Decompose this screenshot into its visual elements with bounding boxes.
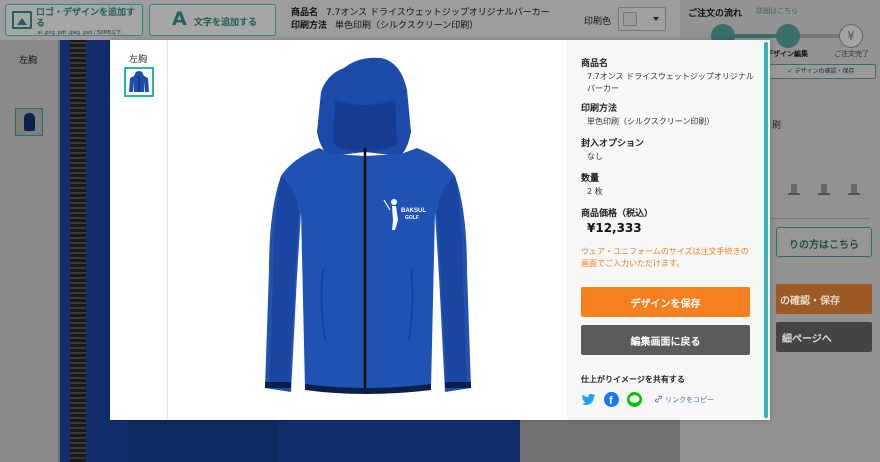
print-text-line1: BAKSUL — [401, 208, 426, 214]
print-color-select[interactable] — [618, 7, 666, 31]
back-to-editor-button[interactable]: 編集画面に戻る — [581, 325, 750, 355]
copy-link[interactable]: リンクをコピー — [665, 395, 714, 405]
product-name: 7.7オンス ドライスウェットジップオリジナルパーカー — [326, 8, 550, 18]
hoodie-thumb-icon — [129, 71, 149, 92]
add-logo-label: ロゴ・デザインを追加する — [36, 8, 136, 29]
line-icon[interactable] — [627, 392, 642, 407]
color-swatch — [623, 12, 637, 26]
align-top-icon[interactable] — [788, 183, 800, 195]
product-info-panel: 商品名 7.7オンス ドライスウェットジップオリジナルパーカー 印刷方法 単色印… — [567, 40, 762, 420]
canvas-zipper — [70, 40, 86, 462]
print-color-label: 印刷色 — [584, 17, 612, 27]
image-icon — [12, 11, 32, 29]
yen-icon: ¥ — [839, 24, 863, 48]
order-flow-title: ご注文の流れ — [688, 9, 743, 19]
text-a-icon: A — [172, 8, 187, 30]
preview-modal: 左胸 BAKSUL GOLF 商品名 7.7オンス ドライスウェットジップオリジ… — [110, 40, 770, 420]
info-print-method: 単色印刷（シルクスクリーン印刷） — [587, 117, 715, 126]
print-method: 単色印刷（シルクスクリーン印刷） — [335, 21, 479, 31]
step-order-complete: ご注文完了 — [834, 50, 869, 58]
size-note: ウェア・ユニフォームのサイズは注文手続きの画面でご入力いただけます。 — [581, 247, 749, 268]
pencil-icon — [776, 24, 800, 48]
position-sidebar: 左胸 — [0, 40, 58, 462]
step-design-edit: デザイン編集 — [766, 50, 808, 58]
modal-position-label: 左胸 — [129, 55, 148, 65]
divider — [760, 218, 870, 219]
facebook-icon[interactable]: f — [604, 392, 619, 407]
size-help-button[interactable]: りの方はこちら — [776, 227, 872, 257]
editor-toolbar: ロゴ・デザインを追加する .ai .png .pdf .jpeg .psd / … — [0, 0, 680, 40]
position-thumbnail[interactable] — [15, 108, 43, 136]
hoodie-image: BAKSUL GOLF — [265, 57, 471, 394]
info-packaging-label: 封入オプション — [581, 139, 645, 149]
info-packaging-value: なし — [587, 152, 603, 161]
add-logo-formats: .ai .png .pdf .jpeg .psd / 50MB以下 — [36, 30, 122, 36]
print-section-label: 刷 — [772, 121, 782, 131]
detail-page-button[interactable]: 細ページへ — [776, 322, 872, 352]
info-quantity-value: 2 枚 — [587, 187, 603, 196]
svg-text:f: f — [609, 395, 613, 407]
print-method-label: 印刷方法 — [291, 21, 328, 31]
modal-scrollbar[interactable] — [762, 40, 770, 420]
modal-position-thumbnail[interactable] — [124, 67, 154, 97]
info-product-name-label: 商品名 — [581, 59, 609, 69]
info-quantity-label: 数量 — [581, 174, 600, 184]
modal-thumbnail-list: 左胸 — [110, 40, 168, 420]
info-price-label: 商品価格（税込） — [581, 209, 654, 219]
chevron-down-icon — [653, 17, 659, 21]
print-text-line2: GOLF — [405, 215, 419, 221]
hoodie-preview: BAKSUL GOLF — [169, 40, 567, 420]
order-flow-detail-link[interactable]: 詳細はこちら — [756, 6, 798, 16]
align-bottom-icon[interactable] — [848, 183, 860, 195]
info-product-name: 7.7オンス ドライスウェットジップオリジナルパーカー — [587, 72, 754, 93]
add-text-label: 文字を追加する — [194, 18, 258, 28]
add-logo-button[interactable]: ロゴ・デザインを追加する .ai .png .pdf .jpeg .psd / … — [5, 4, 143, 36]
info-print-method-label: 印刷方法 — [581, 104, 618, 114]
add-text-button[interactable]: A 文字を追加する — [149, 4, 276, 36]
confirm-save-tab[interactable]: ✓ デザインの確認・保存 — [766, 64, 876, 79]
confirm-save-button[interactable]: の確認・保存 — [776, 284, 872, 314]
save-design-button[interactable]: デザインを保存 — [581, 287, 750, 317]
product-summary: 商品名 7.7オンス ドライスウェットジップオリジナルパーカー 印刷方法 単色印刷（… — [291, 7, 550, 33]
align-middle-icon[interactable] — [818, 183, 830, 195]
info-price-value: ¥12,333 — [587, 221, 642, 235]
twitter-icon[interactable] — [581, 392, 596, 407]
share-label: 仕上がりイメージを共有する — [581, 375, 685, 384]
product-name-label: 商品名 — [291, 8, 319, 18]
link-icon — [654, 395, 663, 403]
position-label: 左胸 — [19, 56, 38, 66]
modal-scrollbar-thumb[interactable] — [764, 42, 768, 418]
